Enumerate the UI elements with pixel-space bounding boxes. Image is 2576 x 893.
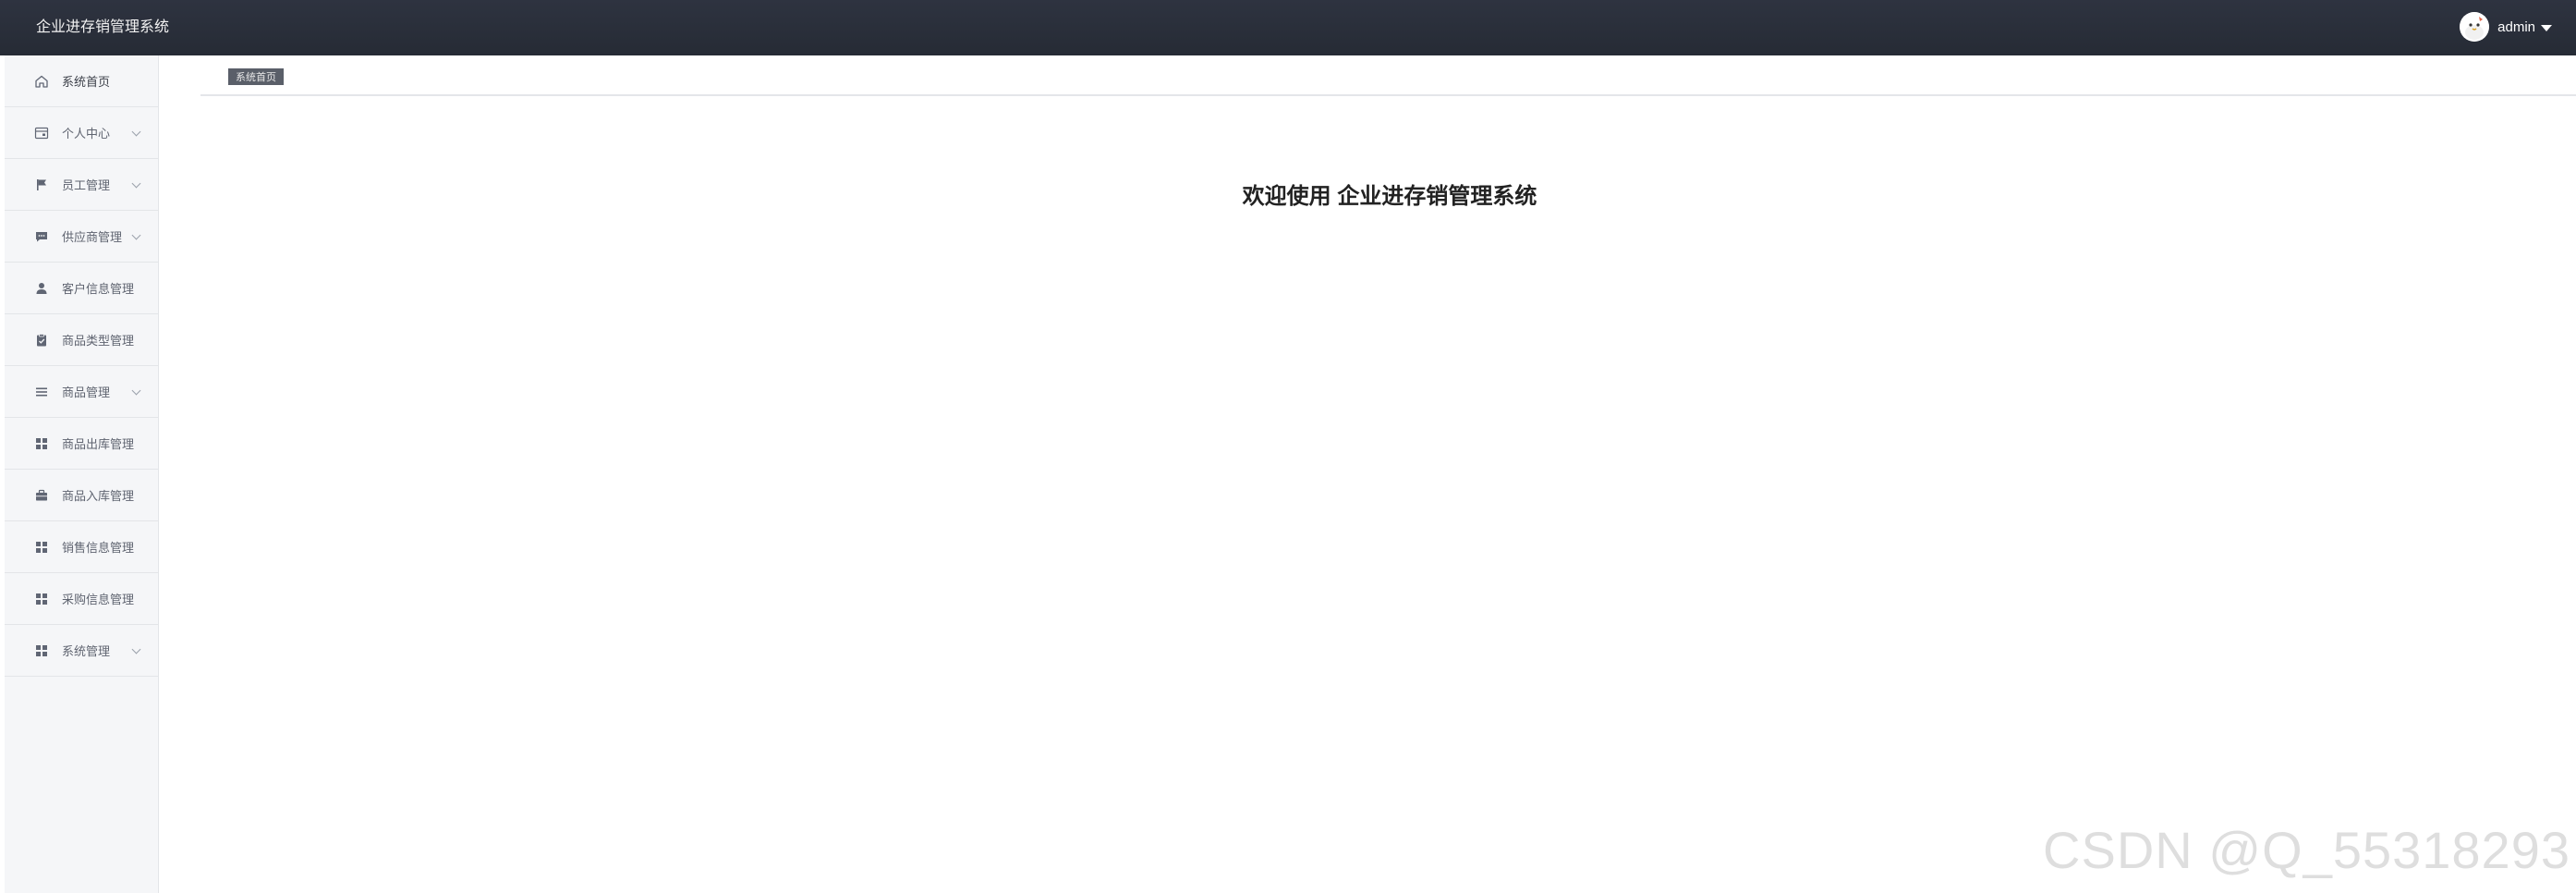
sidebar-item-label: 供应商管理 (62, 230, 123, 244)
sidebar-item-home[interactable]: 系统首页 (5, 55, 158, 107)
chevron-down-icon[interactable] (131, 385, 141, 396)
sidebar-item-customer[interactable]: 客户信息管理 (5, 263, 158, 314)
avatar[interactable] (2460, 12, 2490, 42)
sidebar-item-label: 商品管理 (62, 385, 111, 399)
briefcase-icon (34, 488, 49, 503)
sidebar-item-label: 个人中心 (62, 127, 111, 141)
list-icon (34, 385, 49, 399)
sidebar-item-purchase[interactable]: 采购信息管理 (5, 573, 158, 625)
sidebar-item-product[interactable]: 商品管理 (5, 366, 158, 418)
user-menu[interactable]: admin (2460, 11, 2552, 43)
sidebar-menu: 系统首页 个人中心 员工管理 供应商管理 客户信息管理 商品类型管理 商品管理 … (5, 55, 158, 677)
sidebar-item-label: 商品入库管理 (62, 489, 135, 503)
watermark: CSDN @Q_55318293 (2043, 821, 2570, 879)
sidebar-item-stock-out[interactable]: 商品出库管理 (5, 418, 158, 470)
breadcrumb: 系统首页 (200, 55, 2576, 96)
sidebar-item-label: 采购信息管理 (62, 593, 135, 606)
grid-icon (34, 436, 49, 451)
sidebar-item-sales[interactable]: 销售信息管理 (5, 521, 158, 573)
calendar-icon (34, 126, 49, 141)
avatar-image-icon (2460, 12, 2490, 42)
sidebar-item-label: 商品类型管理 (62, 334, 135, 348)
sidebar-item-stock-in[interactable]: 商品入库管理 (5, 470, 158, 521)
home-icon (34, 74, 49, 89)
grid-icon (34, 643, 49, 658)
breadcrumb-tag-home[interactable]: 系统首页 (228, 68, 284, 85)
sidebar-item-personal-center[interactable]: 个人中心 (5, 107, 158, 159)
username[interactable]: admin (2497, 19, 2535, 35)
sidebar-item-label: 销售信息管理 (62, 541, 135, 555)
user-icon (34, 281, 49, 296)
sidebar-item-label: 系统首页 (62, 75, 111, 89)
sidebar-item-label: 系统管理 (62, 644, 111, 658)
caret-down-icon[interactable] (2541, 24, 2552, 31)
chevron-down-icon[interactable] (131, 127, 141, 137)
clipboard-icon (34, 333, 49, 348)
sidebar-item-label: 客户信息管理 (62, 282, 135, 296)
grid-icon (34, 592, 49, 606)
top-header: 企业进存销管理系统 admin (0, 0, 2576, 55)
chat-icon (34, 229, 49, 244)
grid-icon (34, 540, 49, 555)
chevron-down-icon[interactable] (131, 644, 141, 654)
sidebar-item-supplier[interactable]: 供应商管理 (5, 211, 158, 263)
sidebar-item-product-type[interactable]: 商品类型管理 (5, 314, 158, 366)
chevron-down-icon[interactable] (131, 230, 141, 240)
sidebar-item-system[interactable]: 系统管理 (5, 625, 158, 677)
app-title: 企业进存销管理系统 (36, 19, 170, 35)
welcome-heading: 欢迎使用 企业进存销管理系统 (1242, 184, 1537, 209)
sidebar-item-label: 商品出库管理 (62, 437, 135, 451)
